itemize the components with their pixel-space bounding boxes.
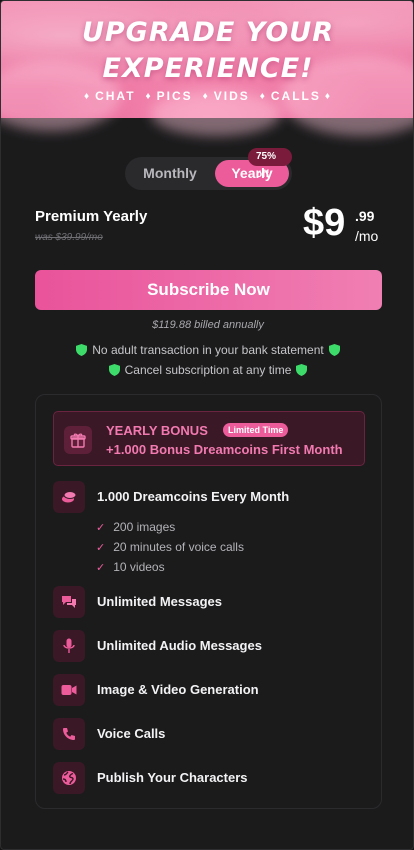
- assurance-bank-statement: No adult transaction in your bank statem…: [1, 343, 413, 357]
- plan-name: Premium Yearly: [35, 208, 148, 225]
- banner-feature-pics: ♦ PICS: [146, 89, 193, 103]
- banner-feature-label: CALLS: [270, 89, 321, 103]
- gift-icon: [64, 426, 92, 454]
- detail-text: 10 videos: [113, 560, 165, 574]
- feature-image-video: Image & Video Generation: [53, 674, 365, 706]
- check-icon: ✓: [96, 521, 106, 534]
- billing-period-toggle: Monthly Yearly 75% off: [125, 148, 292, 190]
- toggle-monthly[interactable]: Monthly: [125, 157, 215, 190]
- limited-time-badge: Limited Time: [223, 423, 289, 437]
- detail-text: 20 minutes of voice calls: [113, 540, 244, 554]
- discount-badge: 75% off: [248, 148, 292, 180]
- microphone-icon: [53, 630, 85, 662]
- diamond-icon: ♦: [83, 90, 92, 102]
- list-item: ✓ 200 images: [96, 517, 244, 537]
- feature-voice-calls: Voice Calls: [53, 718, 365, 750]
- banner-feature-list: ♦ CHAT ♦ PICS ♦ VIDS ♦ CALLS ♦: [1, 89, 413, 103]
- feature-label: Unlimited Messages: [97, 594, 222, 609]
- upgrade-banner: UPGRADE YOUR EXPERIENCE! ♦ CHAT ♦ PICS ♦ VI…: [1, 1, 413, 136]
- coins-icon: [53, 481, 85, 513]
- bonus-title: YEARLY BONUS: [106, 423, 208, 438]
- video-camera-icon: [53, 674, 85, 706]
- feature-dreamcoins: 1.000 Dreamcoins Every Month: [53, 481, 365, 513]
- assurance-cancel-anytime: Cancel subscription at any time: [1, 363, 413, 377]
- feature-unlimited-messages: Unlimited Messages: [53, 586, 365, 618]
- banner-feature-calls: ♦ CALLS ♦: [260, 89, 332, 103]
- chat-bubbles-icon: [53, 586, 85, 618]
- list-item: ✓ 10 videos: [96, 557, 244, 577]
- shield-icon: [76, 344, 88, 356]
- feature-label: Image & Video Generation: [97, 682, 259, 697]
- feature-label: Publish Your Characters: [97, 770, 248, 785]
- diamond-icon: ♦: [259, 90, 267, 102]
- phone-icon: [53, 718, 85, 750]
- billed-annually-note: $119.88 billed annually: [152, 319, 264, 331]
- plan-original-price: was $39.99/mo: [35, 232, 103, 243]
- upgrade-modal: UPGRADE YOUR EXPERIENCE! ♦ CHAT ♦ PICS ♦ VI…: [0, 0, 414, 850]
- yearly-bonus-banner: YEARLY BONUS Limited Time +1.000 Bonus D…: [53, 411, 365, 466]
- banner-title-line1: UPGRADE YOUR: [81, 17, 335, 48]
- shield-icon: [108, 364, 120, 376]
- check-icon: ✓: [96, 561, 106, 574]
- features-card: YEARLY BONUS Limited Time +1.000 Bonus D…: [35, 394, 382, 809]
- price-main: $9: [303, 202, 346, 244]
- assurance-text: Cancel subscription at any time: [124, 363, 292, 377]
- banner-feature-vids: ♦ VIDS: [203, 89, 250, 103]
- banner-feature-label: PICS: [156, 89, 193, 103]
- banner-feature-chat: ♦ CHAT: [84, 89, 136, 103]
- price-cents: .99: [355, 208, 375, 224]
- check-icon: ✓: [96, 541, 106, 554]
- feature-publish-characters: Publish Your Characters: [53, 762, 365, 794]
- bonus-description: +1.000 Bonus Dreamcoins First Month: [106, 442, 343, 457]
- detail-text: 200 images: [113, 520, 176, 534]
- shield-icon: [296, 364, 308, 376]
- banner-feature-label: VIDS: [213, 89, 250, 103]
- dreamcoin-details-list: ✓ 200 images ✓ 20 minutes of voice calls ✓…: [96, 517, 244, 577]
- price-period: /mo: [355, 228, 379, 244]
- subscribe-button[interactable]: Subscribe Now: [35, 270, 382, 310]
- banner-title: UPGRADE YOUR EXPERIENCE!: [1, 15, 413, 87]
- feature-audio-messages: Unlimited Audio Messages: [53, 630, 365, 662]
- feature-label: 1.000 Dreamcoins Every Month: [97, 489, 290, 504]
- diamond-icon: ♦: [202, 90, 210, 102]
- assurance-text: No adult transaction in your bank statem…: [92, 343, 324, 357]
- globe-icon: [53, 762, 85, 794]
- shield-icon: [328, 344, 340, 356]
- diamond-icon: ♦: [145, 90, 153, 102]
- feature-label: Unlimited Audio Messages: [97, 638, 262, 653]
- list-item: ✓ 20 minutes of voice calls: [96, 537, 244, 557]
- banner-title-line2: EXPERIENCE!: [102, 53, 314, 84]
- feature-label: Voice Calls: [97, 726, 166, 741]
- banner-feature-label: CHAT: [95, 89, 136, 103]
- diamond-icon: ♦: [324, 90, 332, 102]
